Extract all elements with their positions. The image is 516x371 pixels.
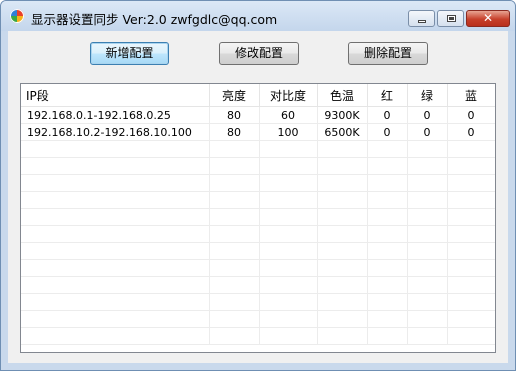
empty-table-row (21, 174, 495, 192)
cell-ip: 192.168.0.1-192.168.0.25 (21, 106, 210, 124)
cell-color-temp: 6500K (317, 123, 368, 141)
empty-table-row (21, 157, 495, 175)
empty-table-row (21, 140, 495, 158)
config-list[interactable]: IP段 亮度 对比度 色温 红 绿 蓝 192.168.0.1-192.168.… (20, 83, 496, 353)
table-header-row: IP段 亮度 对比度 色温 红 绿 蓝 (21, 84, 495, 107)
minimize-icon (418, 20, 426, 23)
cell-red: 0 (367, 123, 408, 141)
empty-table-row (21, 225, 495, 243)
empty-table-row (21, 259, 495, 277)
cell-red: 0 (367, 106, 408, 124)
cell-green: 0 (407, 123, 448, 141)
edit-config-button[interactable]: 修改配置 (219, 42, 299, 65)
cell-blue: 0 (447, 106, 495, 124)
app-window: 显示器设置同步 Ver:2.0 zwfgdlc@qq.com ✕ 新增配置 修改… (0, 0, 516, 371)
cell-blue: 0 (447, 123, 495, 141)
empty-table-row (21, 310, 495, 328)
empty-table-row (21, 327, 495, 345)
table-row[interactable]: 192.168.0.1-192.168.0.25 80 60 9300K 0 0 0 (21, 106, 495, 124)
column-header-red[interactable]: 红 (367, 84, 408, 107)
close-icon: ✕ (482, 11, 494, 25)
add-config-button[interactable]: 新增配置 (90, 42, 169, 65)
column-header-blue[interactable]: 蓝 (447, 84, 495, 107)
cell-contrast: 100 (259, 123, 318, 141)
maximize-icon (447, 15, 456, 22)
column-header-contrast[interactable]: 对比度 (259, 84, 318, 107)
table-row[interactable]: 192.168.10.2-192.168.10.100 80 100 6500K 0 0 0 (21, 123, 495, 141)
cell-ip: 192.168.10.2-192.168.10.100 (21, 123, 210, 141)
column-header-brightness[interactable]: 亮度 (209, 84, 260, 107)
empty-table-row (21, 191, 495, 209)
empty-table-row (21, 276, 495, 294)
cell-contrast: 60 (259, 106, 318, 124)
empty-table-row (21, 242, 495, 260)
app-logo-icon (10, 9, 24, 23)
cell-brightness: 80 (209, 123, 260, 141)
client-area: 新增配置 修改配置 删除配置 IP段 亮度 对比度 色温 红 绿 蓝 192.1… (8, 31, 508, 363)
close-button[interactable]: ✕ (466, 10, 510, 27)
delete-config-button[interactable]: 删除配置 (348, 42, 428, 65)
column-header-ip[interactable]: IP段 (21, 84, 210, 107)
cell-brightness: 80 (209, 106, 260, 124)
window-title: 显示器设置同步 Ver:2.0 zwfgdlc@qq.com (31, 12, 278, 27)
maximize-button[interactable] (437, 10, 464, 27)
minimize-button[interactable] (408, 10, 435, 27)
column-header-color-temp[interactable]: 色温 (317, 84, 368, 107)
empty-table-row (21, 293, 495, 311)
cell-green: 0 (407, 106, 448, 124)
empty-table-row (21, 208, 495, 226)
title-bar[interactable]: 显示器设置同步 Ver:2.0 zwfgdlc@qq.com ✕ (1, 1, 515, 31)
cell-color-temp: 9300K (317, 106, 368, 124)
column-header-green[interactable]: 绿 (407, 84, 448, 107)
config-table: IP段 亮度 对比度 色温 红 绿 蓝 192.168.0.1-192.168.… (21, 84, 495, 345)
